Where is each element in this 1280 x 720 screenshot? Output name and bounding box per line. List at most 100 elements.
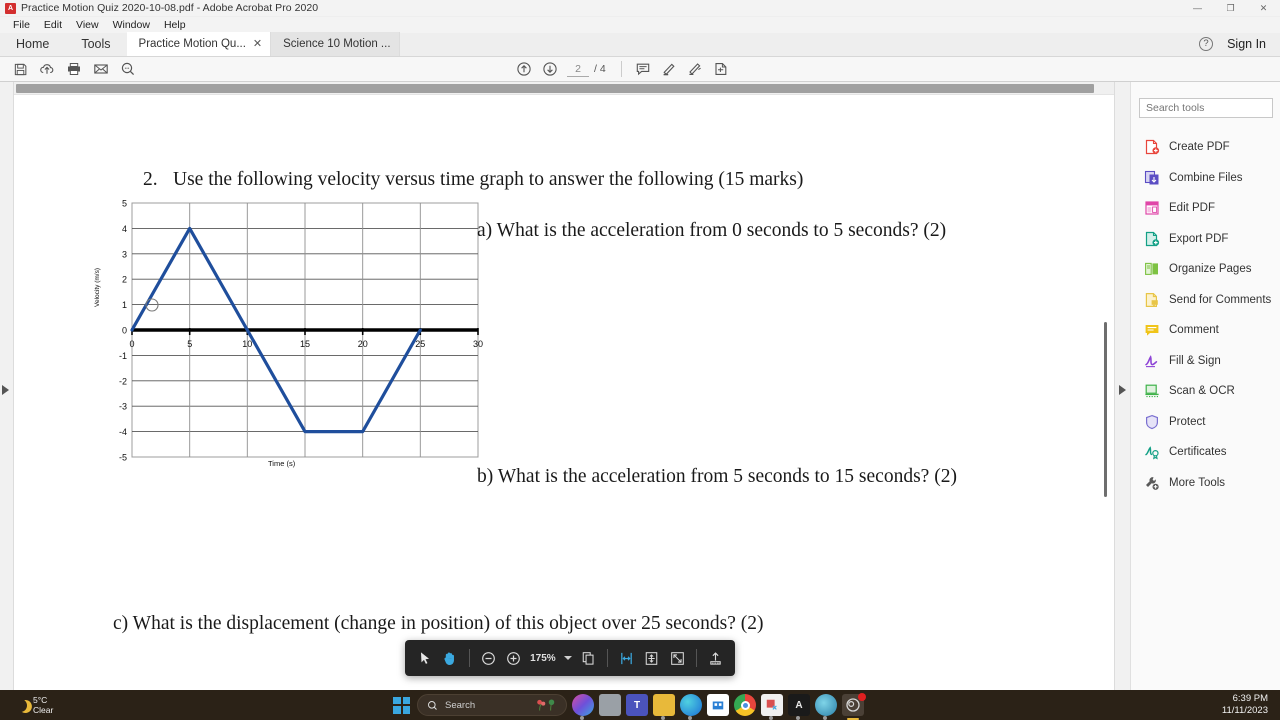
tab-strip: Home Tools Practice Motion Qu... ✕ Scien…	[0, 32, 1280, 57]
question-2a-text: a) What is the acceleration from 0 secon…	[477, 220, 947, 241]
comment-icon	[1144, 322, 1160, 338]
file-explorer-icon[interactable]	[653, 694, 675, 720]
floating-page-toolbar: 175%	[405, 640, 735, 676]
toolbar-divider	[620, 61, 622, 77]
tool-item-edit-pdf[interactable]: Edit PDF	[1131, 193, 1280, 224]
tool-item-certificates[interactable]: Certificates	[1131, 437, 1280, 468]
tab-tools[interactable]: Tools	[65, 32, 126, 56]
close-icon[interactable]: ✕	[253, 32, 262, 56]
right-panel-rail[interactable]	[1114, 82, 1130, 690]
arrow-down-circle-icon[interactable]	[538, 58, 562, 80]
hand-pan-icon[interactable]	[438, 645, 461, 671]
sign-in-button[interactable]: Sign In	[1227, 37, 1266, 51]
zoom-in-icon[interactable]	[502, 645, 525, 671]
vertical-scroll-thumb[interactable]	[1104, 322, 1107, 497]
obs-studio-icon[interactable]	[842, 693, 866, 720]
window-title: Practice Motion Quiz 2020-10-08.pdf - Ad…	[21, 2, 319, 14]
tool-item-organize-pages[interactable]: Organize Pages	[1131, 254, 1280, 285]
fit-width-icon[interactable]	[615, 645, 638, 671]
toolbar-divider	[695, 649, 697, 667]
menu-edit[interactable]: Edit	[37, 17, 69, 33]
search-tools-input[interactable]	[1139, 98, 1273, 118]
document-viewport: 2. Use the following velocity versus time…	[14, 82, 1114, 690]
chrome-icon[interactable]	[734, 694, 756, 716]
svg-text:25: 25	[415, 339, 425, 349]
page-number-input[interactable]	[567, 61, 589, 77]
tool-label: More Tools	[1169, 476, 1226, 489]
tool-label: Scan & OCR	[1169, 385, 1235, 398]
paint-icon[interactable]	[815, 694, 837, 720]
upload-cloud-icon[interactable]	[35, 58, 59, 80]
taskbar-search[interactable]: Search	[417, 694, 567, 716]
tab-home[interactable]: Home	[0, 32, 65, 56]
left-panel-rail[interactable]	[0, 82, 14, 690]
search-placeholder: Search	[445, 699, 476, 711]
tool-item-export-pdf[interactable]: Export PDF	[1131, 224, 1280, 255]
combine-files-icon	[1144, 170, 1160, 186]
tool-item-send-for-comments[interactable]: Send for Comments	[1131, 285, 1280, 316]
comment-icon[interactable]	[631, 58, 655, 80]
weather-widget[interactable]: 5°C Clear	[0, 695, 53, 715]
minimize-button[interactable]: —	[1181, 0, 1214, 17]
expand-left-panel-icon[interactable]	[2, 385, 9, 395]
windows-start-icon[interactable]	[393, 696, 410, 714]
copilot-icon[interactable]	[572, 694, 594, 720]
svg-text:0: 0	[122, 326, 127, 336]
tool-item-protect[interactable]: Protect	[1131, 407, 1280, 438]
teams-icon[interactable]: T	[626, 694, 648, 716]
svg-text:-5: -5	[119, 453, 127, 463]
zoom-search-icon[interactable]	[116, 58, 140, 80]
zoom-level-label[interactable]: 175%	[527, 653, 559, 664]
taskbar-clock[interactable]: 6:39 PM 11/11/2023	[1222, 693, 1268, 717]
save-icon[interactable]	[8, 58, 32, 80]
organize-pages-icon	[1144, 261, 1160, 277]
email-icon[interactable]	[89, 58, 113, 80]
question-circle-icon[interactable]: ?	[1199, 37, 1214, 51]
fill-and-sign-icon	[1144, 353, 1160, 369]
chevron-down-icon[interactable]	[563, 656, 572, 660]
tool-item-fill-and-sign[interactable]: Fill & Sign	[1131, 346, 1280, 377]
snipping-tool-icon[interactable]	[761, 694, 783, 720]
vertical-scrollbar[interactable]	[1100, 95, 1114, 690]
arrow-up-circle-icon[interactable]	[512, 58, 536, 80]
close-button[interactable]: ✕	[1247, 0, 1280, 17]
tools-sidebar: Create PDF Combine Files Edit PDF Export…	[1130, 82, 1280, 709]
tool-item-scan-ocr[interactable]: Scan & OCR	[1131, 376, 1280, 407]
page-thumbnails-icon[interactable]	[577, 645, 600, 671]
store-icon[interactable]	[707, 694, 729, 716]
tool-item-combine-files[interactable]: Combine Files	[1131, 163, 1280, 194]
zoom-out-icon[interactable]	[476, 645, 499, 671]
tools-list: Create PDF Combine Files Edit PDF Export…	[1131, 132, 1280, 498]
horizontal-scrollbar[interactable]	[14, 82, 1114, 95]
page-navigation: / 4	[512, 58, 733, 80]
restore-button[interactable]: ❐	[1214, 0, 1247, 17]
menu-help[interactable]: Help	[157, 17, 193, 33]
fit-page-icon[interactable]	[640, 645, 663, 671]
menu-view[interactable]: View	[69, 17, 106, 33]
document-tab-inactive[interactable]: Science 10 Motion ...	[271, 32, 400, 56]
highlight-pen-icon[interactable]	[657, 58, 681, 80]
horizontal-scroll-thumb[interactable]	[16, 84, 1094, 93]
menu-window[interactable]: Window	[106, 17, 157, 33]
document-tab-active[interactable]: Practice Motion Qu... ✕	[126, 32, 272, 56]
tool-item-comment[interactable]: Comment	[1131, 315, 1280, 346]
tool-item-more-tools[interactable]: More Tools	[1131, 468, 1280, 499]
svg-text:-1: -1	[119, 351, 127, 361]
adobe-acrobat-icon[interactable]: A	[788, 694, 810, 720]
expand-right-panel-icon[interactable]	[1119, 385, 1126, 395]
question-2b-text: b) What is the acceleration from 5 secon…	[477, 466, 957, 487]
task-view-icon[interactable]	[599, 694, 621, 716]
print-icon[interactable]	[62, 58, 86, 80]
menu-file[interactable]: File	[6, 17, 37, 33]
pencil-draw-icon[interactable]	[683, 58, 707, 80]
toolbar-divider	[468, 649, 470, 667]
fullscreen-icon[interactable]	[665, 645, 688, 671]
question-2c-text: c) What is the displacement (change in p…	[113, 613, 764, 634]
svg-text:2: 2	[122, 275, 127, 285]
stamp-icon[interactable]	[709, 58, 733, 80]
share-upload-icon[interactable]	[704, 645, 727, 671]
command-toolbar: / 4	[0, 57, 1280, 82]
cursor-arrow-icon[interactable]	[413, 645, 436, 671]
edge-icon[interactable]	[680, 694, 702, 720]
tool-item-create-pdf[interactable]: Create PDF	[1131, 132, 1280, 163]
